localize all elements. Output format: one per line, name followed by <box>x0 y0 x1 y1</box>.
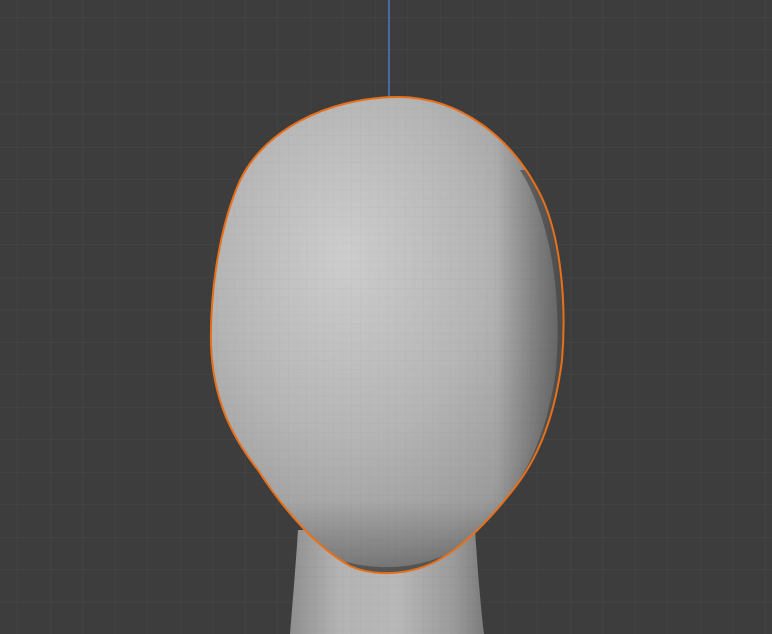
3d-viewport[interactable] <box>0 0 772 634</box>
viewport-canvas[interactable] <box>0 0 772 634</box>
